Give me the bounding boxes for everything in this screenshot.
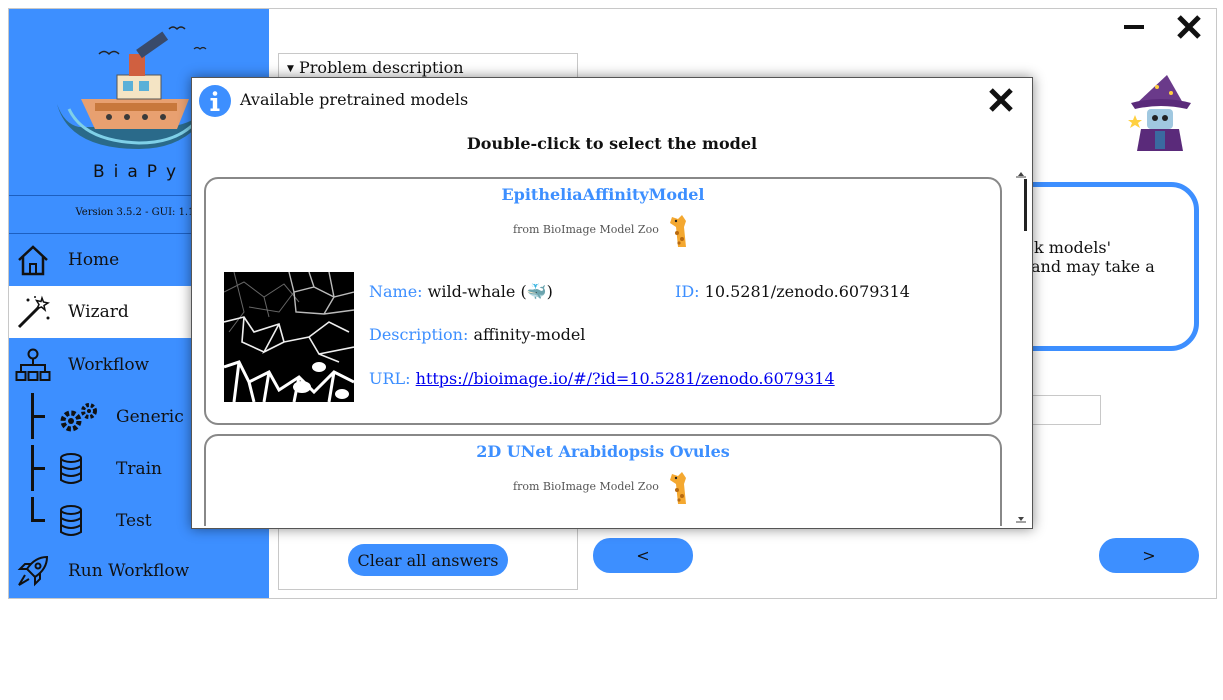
- minimize-icon[interactable]: [1123, 23, 1145, 31]
- model-name-field: Name: wild-whale (🐳): [369, 282, 553, 301]
- sidebar-item-run-workflow[interactable]: Run Workflow: [9, 545, 269, 597]
- close-icon[interactable]: [988, 87, 1014, 113]
- model-source: from BioImage Model Zoo: [513, 223, 659, 236]
- model-card[interactable]: EpitheliaAffinityModel from BioImage Mod…: [204, 177, 1002, 425]
- pretrained-models-dialog: Available pretrained models Double-click…: [191, 77, 1033, 529]
- model-url-link[interactable]: https://bioimage.io/#/?id=10.5281/zenodo…: [416, 369, 835, 388]
- sidebar-item-label: Workflow: [68, 355, 150, 375]
- dialog-instructions: Double-click to select the model: [466, 134, 758, 153]
- field-label: Description:: [369, 325, 469, 344]
- giraffe-icon: [670, 472, 686, 504]
- info-icon: [199, 85, 231, 117]
- field-label: Name:: [369, 282, 423, 301]
- workflow-icon: [15, 348, 51, 381]
- model-title: EpitheliaAffinityModel: [501, 185, 705, 204]
- model-url-field: URL: https://bioimage.io/#/?id=10.5281/z…: [369, 369, 835, 388]
- model-source: from BioImage Model Zoo: [513, 480, 659, 493]
- field-label: ID:: [675, 282, 700, 301]
- wand-icon: [17, 295, 50, 329]
- problem-description-header[interactable]: ▼ Problem description: [287, 58, 464, 77]
- question-text: and may take a: [1031, 257, 1155, 276]
- sidebar-item-label: Generic: [116, 407, 184, 427]
- sidebar-item-label: Train: [116, 459, 162, 479]
- rocket-icon: [17, 555, 49, 587]
- sidebar-item-label: Home: [68, 250, 120, 270]
- close-window-icon[interactable]: [1176, 14, 1202, 40]
- sidebar-item-label: Test: [116, 511, 152, 531]
- scrollbar[interactable]: [1012, 170, 1030, 526]
- clear-all-answers-button[interactable]: Clear all answers: [348, 544, 508, 576]
- problem-description-label: Problem description: [299, 58, 464, 77]
- gears-icon: [60, 403, 97, 432]
- model-description-field: Description: affinity-model: [369, 325, 585, 344]
- database-icon: [60, 453, 82, 484]
- model-card[interactable]: 2D UNet Arabidopsis Ovules from BioImage…: [204, 434, 1002, 526]
- models-list[interactable]: EpitheliaAffinityModel from BioImage Mod…: [203, 176, 1005, 526]
- database-icon: [60, 505, 82, 536]
- previous-button[interactable]: <: [593, 538, 693, 573]
- sidebar-item-label: Run Workflow: [68, 561, 190, 581]
- giraffe-icon: [670, 215, 686, 247]
- model-id-field: ID: 10.5281/zenodo.6079314: [675, 282, 910, 301]
- sidebar-item-label: Wizard: [68, 302, 129, 322]
- chevron-down-icon: ▼: [287, 64, 294, 74]
- model-thumbnail: [224, 272, 354, 402]
- wizard-mascot-icon: [1128, 75, 1191, 151]
- model-name-value: wild-whale (🐳): [427, 282, 553, 301]
- field-label: URL:: [369, 369, 411, 388]
- question-text: ck models': [1025, 238, 1111, 257]
- model-id-value: 10.5281/zenodo.6079314: [704, 282, 910, 301]
- model-description-value: affinity-model: [473, 325, 586, 344]
- dialog-title: Available pretrained models: [240, 90, 469, 109]
- home-icon: [18, 245, 48, 276]
- next-button[interactable]: >: [1099, 538, 1199, 573]
- model-title: 2D UNet Arabidopsis Ovules: [476, 442, 730, 461]
